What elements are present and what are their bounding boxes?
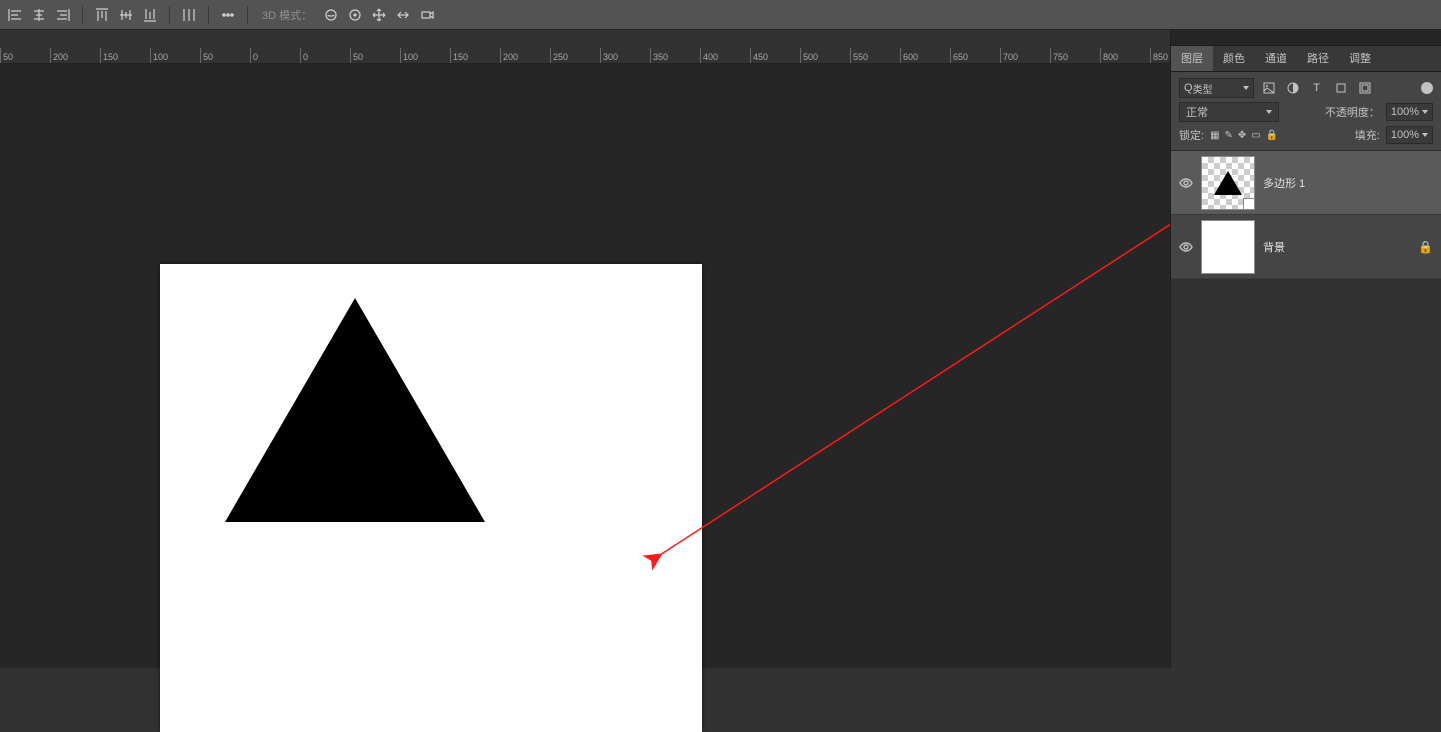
- align-bottom-btn[interactable]: [139, 4, 161, 26]
- lock-transparency-icon[interactable]: ▦: [1210, 130, 1219, 141]
- ruler-mark: 400: [700, 48, 750, 64]
- layer-controls: Q T 正常 不透明度： 100% 锁定: ▦: [1171, 72, 1441, 151]
- layer-list: 多边形 1 背景 🔒: [1171, 151, 1441, 279]
- ruler-mark: 50: [350, 48, 400, 64]
- ruler-mark: 100: [400, 48, 450, 64]
- filter-text-icon[interactable]: T: [1308, 79, 1326, 97]
- separator: [82, 6, 83, 24]
- 3d-pan-btn[interactable]: [368, 4, 390, 26]
- 3d-slide-btn[interactable]: [392, 4, 414, 26]
- panel-tabs: 图层颜色通道路径调整: [1171, 46, 1441, 72]
- panel-spacer: [1171, 30, 1441, 46]
- lock-icon[interactable]: 🔒: [1418, 240, 1433, 254]
- filter-image-icon[interactable]: [1260, 79, 1278, 97]
- panels-area: 图层颜色通道路径调整 Q T 正常 不透明度： 100%: [1170, 30, 1441, 668]
- ruler-mark: 150: [100, 48, 150, 64]
- more-options-btn[interactable]: [217, 4, 239, 26]
- ruler-mark: 200: [50, 48, 100, 64]
- lock-artboard-icon[interactable]: ▭: [1251, 130, 1260, 141]
- layer-item[interactable]: 背景 🔒: [1171, 215, 1441, 279]
- align-vcenter-btn[interactable]: [115, 4, 137, 26]
- chevron-down-icon: [1422, 110, 1428, 114]
- ruler-mark: 250: [550, 48, 600, 64]
- ruler-mark: 200: [500, 48, 550, 64]
- ruler-mark: 500: [800, 48, 850, 64]
- layer-name-label[interactable]: 多边形 1: [1263, 175, 1305, 191]
- chevron-down-icon: [1243, 86, 1249, 90]
- lock-position-icon[interactable]: ✥: [1238, 130, 1246, 141]
- blend-mode-dropdown[interactable]: 正常: [1179, 102, 1279, 122]
- layer-item[interactable]: 多边形 1: [1171, 151, 1441, 215]
- chevron-down-icon: [1422, 133, 1428, 137]
- lock-label: 锁定:: [1179, 127, 1204, 143]
- ruler-mark: 700: [1000, 48, 1050, 64]
- mode3d-label: 3D 模式：: [262, 7, 312, 23]
- canvas-area[interactable]: [0, 64, 1170, 668]
- visibility-eye-icon[interactable]: [1179, 240, 1193, 254]
- panel-tab-3[interactable]: 路径: [1297, 46, 1339, 71]
- ruler-mark: 850: [1150, 48, 1170, 64]
- 3d-camera-btn[interactable]: [416, 4, 438, 26]
- distribute-btn[interactable]: [178, 4, 200, 26]
- layer-thumbnail[interactable]: [1201, 156, 1255, 210]
- blend-mode-value: 正常: [1186, 104, 1208, 120]
- align-center-btn[interactable]: [28, 4, 50, 26]
- ruler-horizontal: 5020015010050005010015020025030035040045…: [0, 48, 1170, 64]
- ruler-mark: 350: [650, 48, 700, 64]
- panel-tab-0[interactable]: 图层: [1171, 46, 1213, 71]
- ruler-mark: 100: [150, 48, 200, 64]
- filter-adjust-icon[interactable]: [1284, 79, 1302, 97]
- 3d-orbit-btn[interactable]: [344, 4, 366, 26]
- filter-shape-icon[interactable]: [1332, 79, 1350, 97]
- shape-indicator-icon: [1243, 198, 1255, 210]
- ruler-mark: 450: [750, 48, 800, 64]
- ruler-mark: 800: [1100, 48, 1150, 64]
- ruler-mark: 300: [600, 48, 650, 64]
- fill-value[interactable]: 100%: [1386, 126, 1433, 144]
- layer-name-label[interactable]: 背景: [1263, 239, 1285, 255]
- panel-tab-4[interactable]: 调整: [1339, 46, 1381, 71]
- ruler-mark: 50: [200, 48, 250, 64]
- ruler-mark: 0: [300, 48, 350, 64]
- ruler-mark: 50: [0, 48, 50, 64]
- ruler-mark: 550: [850, 48, 900, 64]
- ruler-mark: 0: [250, 48, 300, 64]
- ruler-mark: 150: [450, 48, 500, 64]
- lock-paint-icon[interactable]: ✎: [1225, 130, 1233, 141]
- fill-label: 填充:: [1355, 127, 1380, 143]
- layer-filter-type[interactable]: Q: [1179, 78, 1254, 98]
- separator: [247, 6, 248, 24]
- align-top-btn[interactable]: [91, 4, 113, 26]
- separator: [169, 6, 170, 24]
- lock-icons: ▦ ✎ ✥ ▭ 🔒: [1210, 130, 1278, 141]
- ruler-mark: 650: [950, 48, 1000, 64]
- layer-thumbnail[interactable]: [1201, 220, 1255, 274]
- 3d-rotate-btn[interactable]: [320, 4, 342, 26]
- ruler-mark: 600: [900, 48, 950, 64]
- align-left-btn[interactable]: [4, 4, 26, 26]
- panel-tab-2[interactable]: 通道: [1255, 46, 1297, 71]
- filter-smart-icon[interactable]: [1356, 79, 1374, 97]
- align-right-btn[interactable]: [52, 4, 74, 26]
- document-canvas[interactable]: [160, 264, 702, 732]
- thumb-triangle: [1214, 171, 1242, 195]
- visibility-eye-icon[interactable]: [1179, 176, 1193, 190]
- lock-all-icon[interactable]: 🔒: [1266, 130, 1278, 141]
- options-toolbar: 3D 模式：: [0, 0, 1441, 30]
- ruler-mark: 750: [1050, 48, 1100, 64]
- opacity-value[interactable]: 100%: [1386, 103, 1433, 121]
- panel-tab-1[interactable]: 颜色: [1213, 46, 1255, 71]
- chevron-down-icon: [1266, 110, 1272, 114]
- search-icon: Q: [1184, 82, 1193, 94]
- filter-type-input[interactable]: [1193, 83, 1243, 94]
- triangle-shape[interactable]: [225, 298, 485, 522]
- filter-toggle[interactable]: [1421, 82, 1433, 94]
- opacity-label: 不透明度：: [1325, 104, 1380, 120]
- separator: [208, 6, 209, 24]
